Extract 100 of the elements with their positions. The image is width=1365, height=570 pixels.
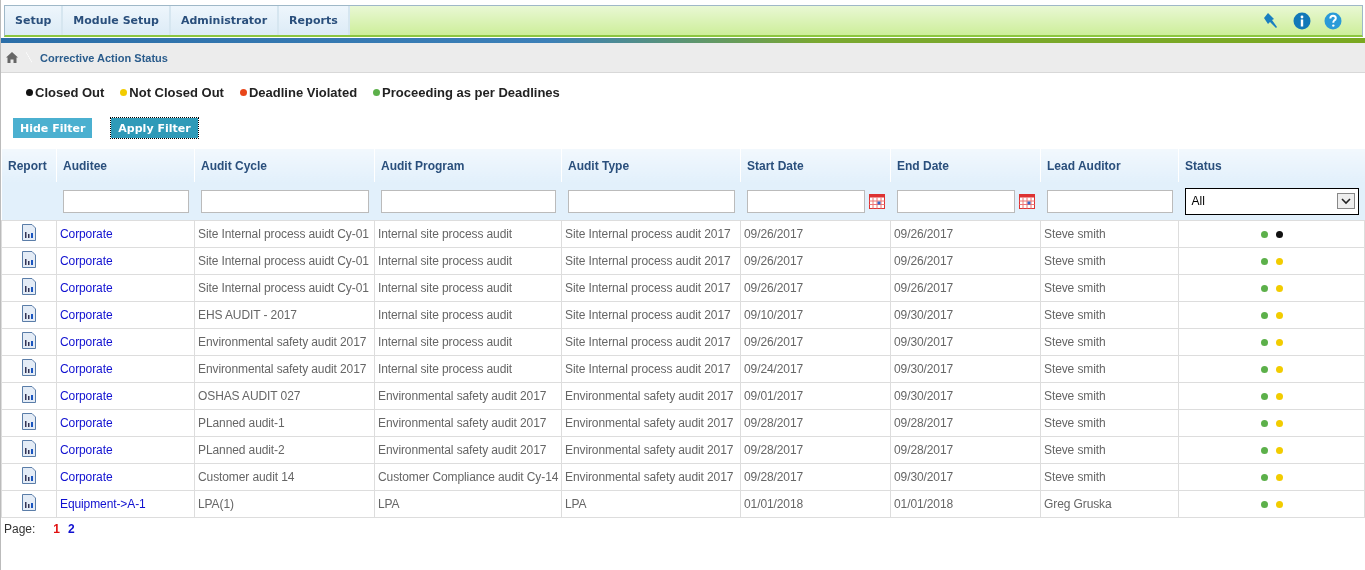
table-cell: LPA(1) (194, 490, 375, 518)
table-cell: Site Internal process audit 2017 (561, 274, 741, 302)
table-cell: 09/30/2017 (890, 355, 1041, 383)
table-cell: PLanned audit-1 (194, 409, 375, 437)
column-header[interactable]: Audit Program (374, 149, 562, 182)
table-cell: 09/28/2017 (890, 409, 1041, 437)
table-cell: Steve smith (1040, 409, 1179, 437)
date-field[interactable] (746, 189, 865, 213)
report-icon[interactable] (22, 359, 36, 376)
report-icon[interactable] (22, 224, 36, 241)
table-cell: Customer Compliance audit Cy-14 (374, 463, 562, 491)
auditee-link[interactable]: Corporate (56, 301, 195, 329)
legend-label: Proceeding as per Deadlines (382, 85, 560, 100)
table-cell: Site Internal process audit 2017 (561, 220, 741, 248)
filter-field[interactable] (1046, 189, 1173, 213)
table-cell: Site Internal process auidt Cy-01 (194, 220, 375, 248)
auditee-link[interactable]: Corporate (56, 355, 195, 383)
auditee-link[interactable]: Corporate (56, 382, 195, 410)
pin-icon[interactable] (1262, 11, 1280, 30)
table-cell: Customer audit 14 (194, 463, 375, 491)
table-cell: Internal site process audit (374, 220, 562, 248)
auditee-link[interactable]: Corporate (56, 220, 195, 248)
table-cell: 09/01/2017 (740, 382, 891, 410)
legend-label: Deadline Violated (248, 85, 358, 100)
column-header[interactable]: Lead Auditor (1040, 149, 1179, 182)
table-cell: Environmental safety audit 2017 (194, 328, 375, 356)
table-cell: LPA (561, 490, 741, 518)
table-cell: Environmental safety audit 2017 (374, 409, 562, 437)
table-cell: Environmental safety audit 2017 (561, 436, 741, 464)
table-cell: Steve smith (1040, 274, 1179, 302)
table-cell: 09/28/2017 (740, 409, 891, 437)
report-icon[interactable] (22, 305, 36, 322)
auditee-link[interactable]: Corporate (56, 436, 195, 464)
table-cell: Environmental safety audit 2017 (561, 463, 741, 491)
help-icon[interactable] (1324, 11, 1342, 30)
report-icon[interactable] (22, 386, 36, 403)
column-header[interactable]: Start Date (740, 149, 891, 182)
table-cell: Internal site process audit (374, 247, 562, 275)
table-cell: Steve smith (1040, 328, 1179, 356)
auditee-link[interactable]: Corporate (56, 328, 195, 356)
table-cell: Environmental safety audit 2017 (194, 355, 375, 383)
filter-field[interactable] (567, 189, 735, 213)
table-cell: Steve smith (1040, 301, 1179, 329)
table-cell: Internal site process audit (374, 274, 562, 302)
column-header[interactable]: Report (1, 149, 57, 182)
table-cell: PLanned audit-2 (194, 436, 375, 464)
report-icon[interactable] (22, 467, 36, 484)
table-cell: 01/01/2018 (890, 490, 1041, 518)
table-cell: 09/24/2017 (740, 355, 891, 383)
table-cell: Site Internal process auidt Cy-01 (194, 274, 375, 302)
table-cell: 09/10/2017 (740, 301, 891, 329)
calendar-icon[interactable] (1018, 193, 1035, 209)
table-cell: 01/01/2018 (740, 490, 891, 518)
report-icon[interactable] (22, 278, 36, 295)
auditee-link[interactable]: Corporate (56, 463, 195, 491)
calendar-icon[interactable] (868, 193, 885, 209)
table-cell: 09/28/2017 (890, 436, 1041, 464)
menu-tab[interactable]: Administrator (171, 6, 280, 35)
report-icon[interactable] (22, 440, 36, 457)
column-header[interactable]: Audit Type (561, 149, 741, 182)
menu-tab[interactable]: Reports (279, 6, 350, 35)
breadcrumb: Corrective Action Status (40, 51, 168, 64)
table-cell: Internal site process audit (374, 301, 562, 329)
table-cell: 09/30/2017 (890, 328, 1041, 356)
table-cell: 09/26/2017 (740, 220, 891, 248)
table-cell: Steve smith (1040, 247, 1179, 275)
page-link[interactable]: 1 (53, 522, 61, 536)
table-cell: Greg Gruska (1040, 490, 1179, 518)
auditee-link[interactable]: Corporate (56, 274, 195, 302)
report-icon[interactable] (22, 332, 36, 349)
auditee-link[interactable]: Corporate (56, 409, 195, 437)
column-header[interactable]: Auditee (56, 149, 195, 182)
filter-field[interactable] (380, 189, 556, 213)
column-header[interactable]: Status (1178, 149, 1365, 182)
home-icon[interactable] (6, 52, 18, 63)
report-icon[interactable] (22, 251, 36, 268)
table-cell: Steve smith (1040, 463, 1179, 491)
filter-field[interactable] (200, 189, 369, 213)
column-header[interactable]: End Date (890, 149, 1041, 182)
table-cell: 09/30/2017 (890, 463, 1041, 491)
info-icon[interactable] (1293, 11, 1311, 30)
table-cell: Site Internal process audit 2017 (561, 355, 741, 383)
menu-tab[interactable]: Setup (5, 6, 64, 35)
report-icon[interactable] (22, 413, 36, 430)
status-select[interactable]: All (1184, 187, 1359, 215)
auditee-link[interactable]: Corporate (56, 247, 195, 275)
table-cell: 09/26/2017 (740, 328, 891, 356)
table-cell: LPA (374, 490, 562, 518)
table-cell: Site Internal process auidt Cy-01 (194, 247, 375, 275)
legend-label: Closed Out (35, 85, 105, 100)
report-icon[interactable] (22, 494, 36, 511)
table-cell: 09/30/2017 (890, 301, 1041, 329)
page-link[interactable]: 2 (68, 522, 75, 536)
table-cell: OSHAS AUDIT 027 (194, 382, 375, 410)
menu-tab[interactable]: Module Setup (63, 6, 171, 35)
column-header[interactable]: Audit Cycle (194, 149, 375, 182)
filter-field[interactable] (62, 189, 189, 213)
auditee-link[interactable]: Equipment->A-1 (56, 490, 195, 518)
date-field[interactable] (896, 189, 1015, 213)
table-cell: Internal site process audit (374, 355, 562, 383)
